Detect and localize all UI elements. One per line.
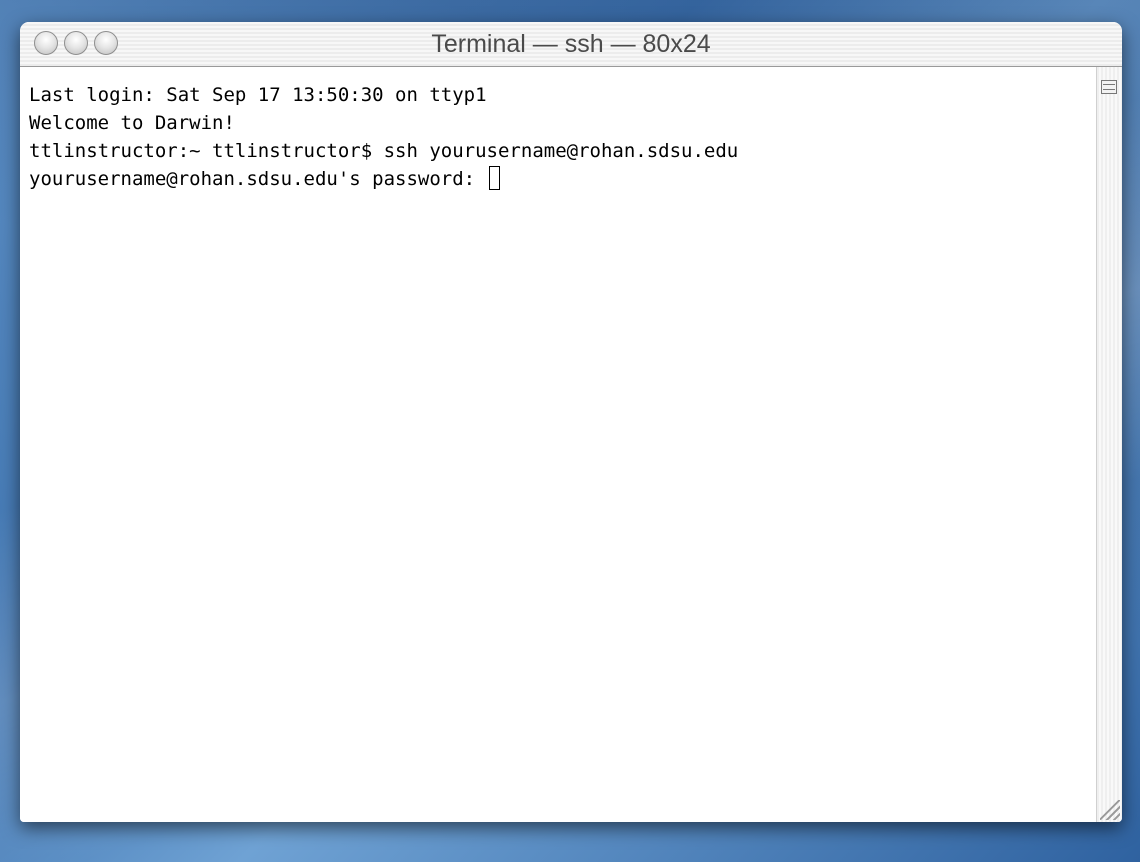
terminal-prompt-line: yourusername@rohan.sdsu.edu's password:: [29, 165, 1096, 193]
terminal-cursor: [488, 166, 500, 190]
window-title: Terminal — ssh — 80x24: [431, 30, 711, 58]
vertical-scrollbar[interactable]: [1096, 67, 1122, 822]
terminal-window: Terminal — ssh — 80x24 Last login: Sat S…: [20, 22, 1122, 822]
split-pane-icon[interactable]: [1101, 80, 1117, 94]
terminal-line: ttlinstructor:~ ttlinstructor$ ssh youru…: [29, 140, 739, 162]
password-prompt: yourusername@rohan.sdsu.edu's password:: [29, 168, 487, 190]
terminal-line: Last login: Sat Sep 17 13:50:30 on ttyp1: [29, 84, 487, 106]
terminal-output[interactable]: Last login: Sat Sep 17 13:50:30 on ttyp1…: [20, 67, 1096, 822]
title-bar[interactable]: Terminal — ssh — 80x24: [20, 22, 1122, 67]
terminal-line: Welcome to Darwin!: [29, 112, 235, 134]
resize-grip-icon[interactable]: [1100, 800, 1120, 820]
